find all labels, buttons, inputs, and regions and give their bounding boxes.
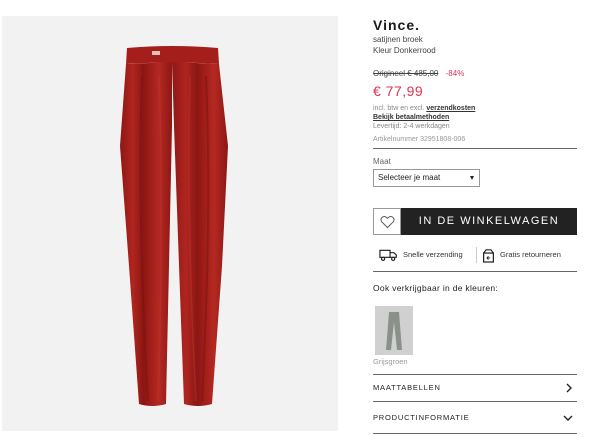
swatch-pants-thumbnail [375,306,413,355]
size-select-value: Selecteer je maat [378,173,441,182]
shipping-cost-link[interactable]: verzendkosten [426,105,475,112]
size-select[interactable]: Selecteer je maat [373,169,480,187]
brand-name[interactable]: Vince. [373,16,577,34]
accordion-product-info[interactable]: PRODUCTINFORMATIE [373,405,577,431]
colors-label: Ook verkrijgbaar in de kleuren: [373,283,499,293]
return-box-icon [483,248,494,263]
product-name: satijnen broek [373,35,423,44]
divider [373,271,577,272]
color-swatch[interactable] [375,306,413,355]
discount-badge: -84% [445,69,465,78]
wishlist-button[interactable] [373,208,401,235]
delivery-time: Levertijd: 2-4 werkdagen [373,123,450,130]
size-label: Maat [373,157,391,166]
product-info-panel: Vince. satijnen broek Kleur Donkerrood O… [373,16,577,434]
usp-fast-shipping: Snelle verzending [379,247,463,263]
usp-divider [476,247,477,263]
original-price: Origineel € 485,00 [373,69,439,78]
truck-icon [379,249,397,262]
heart-icon [380,216,395,229]
divider [373,148,577,149]
accordion-size-charts[interactable]: MAATTABELLEN [373,375,577,401]
chevron-right-icon [566,383,572,393]
tax-note: incl. btw en excl. verzendkosten [373,105,476,112]
add-to-cart-button[interactable]: IN DE WINKELWAGEN [401,208,577,235]
product-image[interactable] [2,16,338,431]
payment-methods-link[interactable]: Bekijk betaalmethoden [373,113,577,122]
divider [373,433,577,434]
divider [373,401,577,402]
product-photo-pants [120,46,228,406]
usp-free-returns: Gratis retourneren [482,247,561,263]
article-number: Artikelnummer 32951808-006 [373,136,466,143]
current-price: € 77,99 [373,83,424,99]
dropdown-arrow-icon [470,176,474,180]
chevron-down-icon [563,415,573,421]
color-swatch-label: Grijsgroen [373,357,408,366]
product-color: Kleur Donkerrood [373,46,436,55]
